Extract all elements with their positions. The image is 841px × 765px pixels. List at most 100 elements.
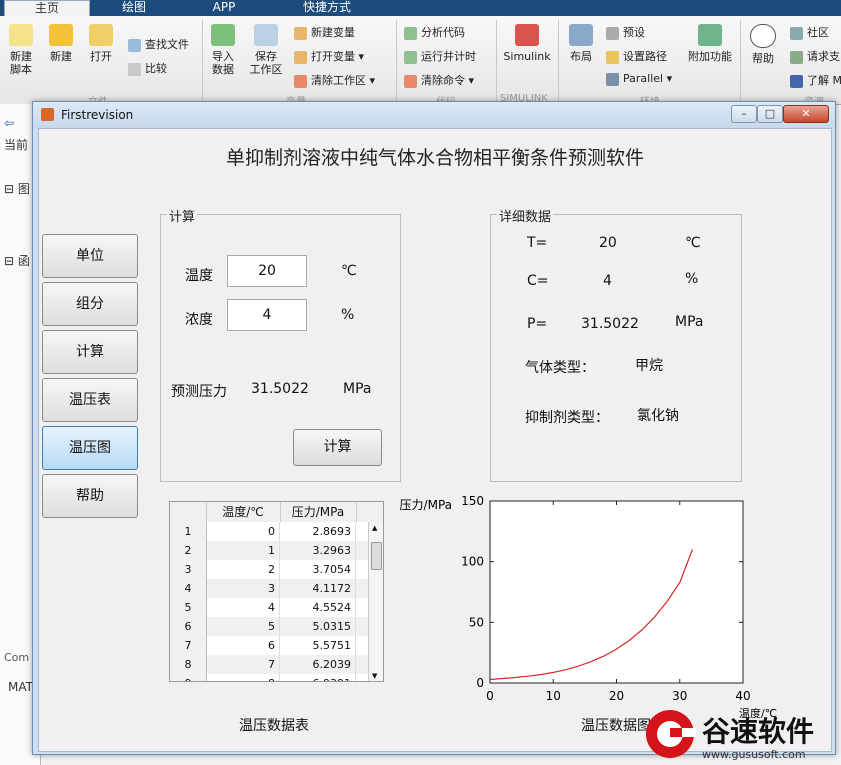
watermark-url: www.gususoft.com [702, 748, 806, 761]
new-button[interactable]: 新建 [44, 24, 78, 63]
tab-plots[interactable]: 绘图 [92, 0, 176, 16]
close-button[interactable]: ✕ [783, 105, 829, 123]
open-button[interactable]: 打开 [84, 24, 118, 63]
temp-cell: 1 [206, 541, 280, 560]
scroll-up-arrow-icon[interactable]: ▲ [372, 524, 377, 532]
minimize-button[interactable]: – [731, 105, 757, 123]
row-header: 6 [170, 617, 207, 637]
nav-components-button[interactable]: 组分 [42, 282, 138, 326]
nav-temp-pressure-table-button[interactable]: 温压表 [42, 378, 138, 422]
clear-commands-button[interactable]: 清除命令 ▾ [404, 72, 474, 88]
find-files-button[interactable]: 查找文件 [128, 36, 189, 52]
concentration-input[interactable]: 4 [227, 299, 307, 331]
nav-units-button[interactable]: 单位 [42, 234, 138, 278]
learn-matlab-link[interactable]: 了解 M [790, 72, 841, 88]
row-header: 7 [170, 636, 207, 656]
import-data-button[interactable]: 导入 数据 [206, 24, 240, 76]
detail-t-value: 20 [599, 235, 617, 251]
save-workspace-button[interactable]: 保存 工作区 [246, 24, 286, 76]
set-path-button[interactable]: 设置路径 [606, 48, 667, 64]
save-icon [254, 24, 278, 46]
clear-workspace-button[interactable]: 清除工作区 ▾ [294, 72, 375, 88]
help-button[interactable]: 帮助 [746, 24, 780, 65]
eraser-icon [404, 74, 417, 88]
compare-button[interactable]: 比较 [128, 60, 167, 76]
tab-shortcuts[interactable]: 快捷方式 [272, 0, 382, 16]
nav-calculate-button[interactable]: 计算 [42, 330, 138, 374]
maximize-button[interactable]: □ [757, 105, 783, 123]
table-row[interactable]: 3 2 3.7054 [170, 560, 370, 580]
y-tick-label: 0 [476, 676, 484, 690]
conc-label: 浓度 [185, 312, 213, 328]
nav-temp-pressure-chart-button[interactable]: 温压图 [42, 426, 138, 470]
chart-caption: 温压数据图 [581, 718, 651, 734]
table-row[interactable]: 5 4 4.5524 [170, 598, 370, 618]
nav-help-button[interactable]: 帮助 [42, 474, 138, 518]
row-header: 2 [170, 541, 207, 561]
ribbon-divider [202, 20, 203, 102]
predicted-pressure-label: 预测压力 [171, 384, 227, 400]
pressure-cell: 5.5751 [280, 636, 356, 655]
open-variable-button[interactable]: 打开变量 ▾ [294, 48, 364, 64]
table-row[interactable]: 7 6 5.5751 [170, 636, 370, 656]
column-header-temp[interactable]: 温度/℃ [206, 502, 281, 522]
x-tick-label: 20 [609, 689, 624, 703]
help-icon [750, 24, 776, 48]
figures-section[interactable]: ⊟ 图 [4, 180, 30, 197]
ribbon-divider [496, 20, 497, 102]
back-arrow-icon[interactable]: ⇦ [4, 116, 14, 130]
detail-p-value: 31.5022 [581, 316, 639, 332]
table-row[interactable]: 1 0 2.8693 [170, 522, 370, 542]
simulink-button[interactable]: Simulink [502, 24, 552, 63]
parallel-button[interactable]: Parallel ▾ [606, 72, 672, 86]
table-row[interactable]: 4 3 4.1172 [170, 579, 370, 599]
functions-section[interactable]: ⊟ 函 [4, 252, 30, 269]
matlab-tabstrip: 主页 绘图 APP 快捷方式 [0, 0, 841, 17]
column-header-pressure[interactable]: 压力/MPa [280, 502, 357, 522]
y-tick-label: 150 [461, 494, 484, 508]
figure-window: Firstrevision – □ ✕ 单抑制剂溶液中纯气体水合物相平衡条件预测… [32, 101, 836, 755]
addons-button[interactable]: 附加功能 [686, 24, 734, 63]
analyze-icon [404, 26, 417, 40]
pressure-cell: 3.2963 [280, 541, 356, 560]
detail-c-value: 4 [603, 273, 612, 289]
detail-c-label: C= [527, 273, 549, 289]
calculate-button[interactable]: 计算 [293, 429, 382, 466]
layout-button[interactable]: 布局 [564, 24, 598, 63]
table-row[interactable]: 6 5 5.0315 [170, 617, 370, 637]
variable-icon [294, 50, 307, 64]
watermark-brand: 谷速软件 [702, 715, 815, 748]
y-tick-label: 50 [469, 615, 484, 629]
temp-cell: 7 [206, 655, 280, 674]
table-scrollbar[interactable]: ▲ ▼ [368, 522, 383, 681]
conc-unit: % [341, 307, 355, 323]
table-corner [170, 502, 207, 522]
watermark: 谷速软件 www.gususoft.com [644, 708, 814, 763]
ribbon-divider [740, 20, 741, 102]
temp-unit: ℃ [341, 263, 357, 279]
tab-apps[interactable]: APP [182, 0, 266, 16]
temp-pressure-table[interactable]: 温度/℃ 压力/MPa 1 0 2.8693 2 1 3.2963 3 2 3.7054 4 3 4.… [169, 501, 384, 682]
request-support-link[interactable]: 请求支 [790, 48, 840, 64]
detail-panel: 详细数据 T= 20 ℃ C= 4 % P= 31.5022 MPa 气体类型：… [490, 206, 742, 482]
gas-type-label: 气体类型： [525, 360, 595, 376]
analyze-code-button[interactable]: 分析代码 [404, 24, 465, 40]
tab-home[interactable]: 主页 [4, 0, 90, 17]
table-header: 温度/℃ 压力/MPa [170, 502, 383, 523]
scroll-down-arrow-icon[interactable]: ▼ [372, 672, 377, 680]
x-tick-label: 0 [486, 689, 494, 703]
scrollbar-thumb[interactable] [371, 542, 382, 570]
temp-input[interactable]: 20 [227, 255, 307, 287]
run-and-time-button[interactable]: 运行并计时 [404, 48, 476, 64]
y-tick-label: 100 [461, 555, 484, 569]
table-row[interactable]: 8 7 6.2039 [170, 655, 370, 675]
table-row[interactable]: 986.9391 [170, 674, 370, 681]
window-titlebar[interactable]: Firstrevision – □ ✕ [33, 102, 835, 128]
x-tick-label: 10 [546, 689, 561, 703]
new-variable-button[interactable]: 新建变量 [294, 24, 355, 40]
new-script-button[interactable]: 新建 脚本 [4, 24, 38, 76]
calc-panel-title: 计算 [167, 206, 198, 225]
community-link[interactable]: 社区 [790, 24, 829, 40]
preferences-button[interactable]: 预设 [606, 24, 645, 40]
table-row[interactable]: 2 1 3.2963 [170, 541, 370, 561]
